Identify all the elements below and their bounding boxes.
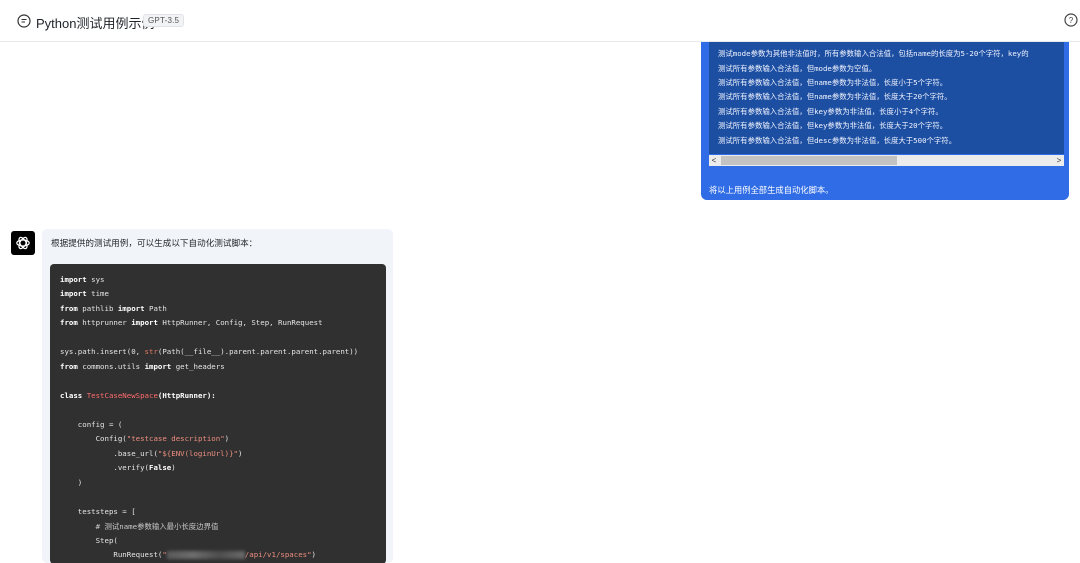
- code-line: from commons.utils import get_headers: [60, 362, 225, 371]
- code-line: 测试所有参数输入合法值，但key参数为非法值，长度小于4个字符。: [718, 107, 943, 116]
- code-line: from httprunner import HttpRunner, Confi…: [60, 318, 323, 327]
- conversation-title: Python测试用例示例: [36, 16, 155, 31]
- help-circle-icon[interactable]: ?: [1064, 13, 1078, 27]
- user-message: 测试mode参数为其他非法值时，所有参数输入合法值，包括name的长度为5-20…: [701, 42, 1069, 200]
- assistant-message: 根据提供的测试用例，可以生成以下自动化测试脚本： import sys impo…: [42, 229, 393, 563]
- code-line: 测试所有参数输入合法值，但desc参数为非法值，长度大于500个字符。: [718, 136, 957, 145]
- code-line: ): [60, 478, 83, 487]
- code-line: 测试所有参数输入合法值，但mode参数为空值。: [718, 64, 877, 73]
- code-line: 测试mode参数为其他非法值时，所有参数输入合法值，包括name的长度为5-20…: [718, 49, 1029, 58]
- scrollbar-thumb[interactable]: [721, 156, 897, 165]
- top-bar: Python测试用例示例 GPT-3.5 ?: [0, 0, 1080, 42]
- code-line: class TestCaseNewSpace(HttpRunner):: [60, 391, 216, 400]
- code-line: .verify(False): [60, 463, 176, 472]
- code-line: 测试所有参数输入合法值，但name参数为非法值，长度大于20个字符。: [718, 92, 952, 101]
- svg-text:?: ?: [1069, 16, 1074, 25]
- user-code-panel: 测试mode参数为其他非法值时，所有参数输入合法值，包括name的长度为5-20…: [709, 42, 1064, 154]
- model-badge[interactable]: GPT-3.5: [143, 14, 185, 27]
- code-line: 测试所有参数输入合法值，但key参数为非法值，长度大于20个字符。: [718, 121, 948, 130]
- chat-bubble-icon: [17, 14, 31, 28]
- code-line: import time: [60, 289, 109, 298]
- assistant-intro-text: 根据提供的测试用例，可以生成以下自动化测试脚本：: [51, 238, 258, 248]
- code-line: teststeps = [: [60, 507, 136, 516]
- assistant-avatar: [11, 231, 35, 255]
- user-message-text: 将以上用例全部生成自动化脚本。: [709, 185, 834, 195]
- code-comment: # 测试name参数输入最小长度边界值: [60, 522, 219, 531]
- code-line: Config("testcase description"): [60, 434, 230, 443]
- code-line: sys.path.insert(0, str(Path(__file__).pa…: [60, 347, 359, 356]
- code-line: RunRequest("/api/v1/spaces"): [60, 550, 316, 559]
- code-block: import sys import time from pathlib impo…: [50, 264, 386, 563]
- horizontal-scrollbar[interactable]: < >: [709, 155, 1064, 166]
- scroll-left-icon[interactable]: <: [709, 155, 719, 166]
- code-line: 测试所有参数输入合法值，但name参数为非法值，长度小于5个字符。: [718, 78, 948, 87]
- code-line: config = (: [60, 420, 123, 429]
- code-line: from pathlib import Path: [60, 304, 167, 313]
- openai-logo-icon: [16, 236, 30, 250]
- scroll-right-icon[interactable]: >: [1054, 155, 1064, 166]
- code-line: .base_url("${ENV(loginUrl)}"): [60, 449, 243, 458]
- code-line: import sys: [60, 275, 105, 284]
- code-line: Step(: [60, 536, 118, 545]
- redacted-url: [166, 551, 245, 559]
